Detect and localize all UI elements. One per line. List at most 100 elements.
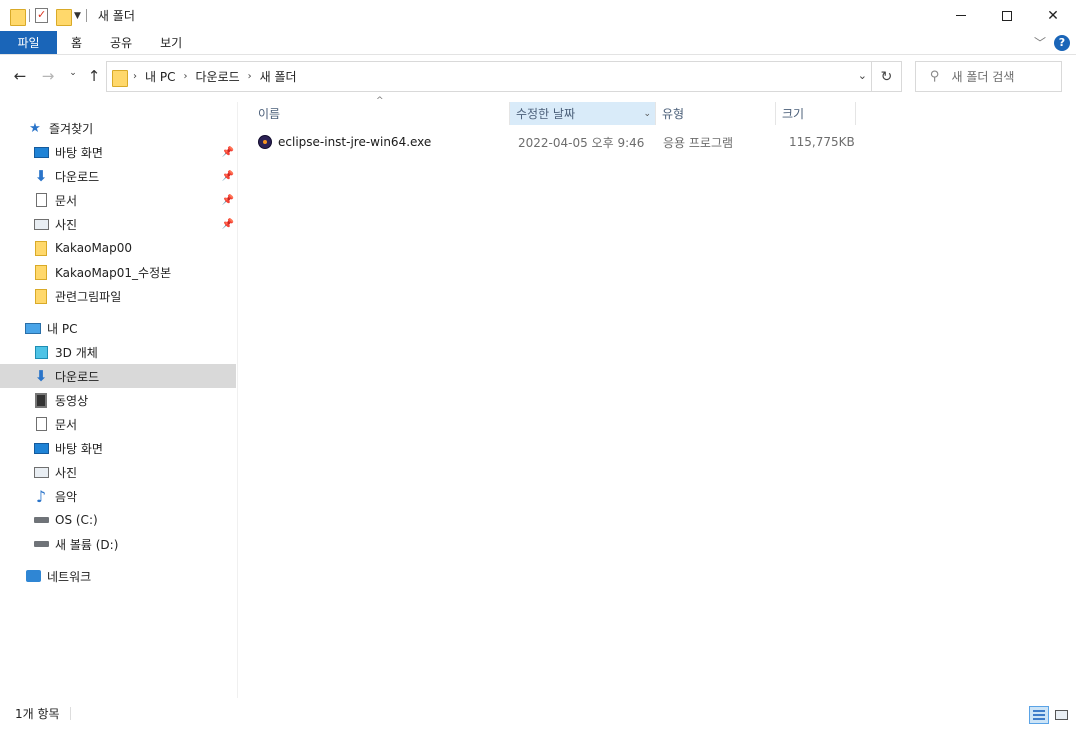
pin-icon: 📌 — [221, 146, 234, 158]
status-bar: 1개 항목 — [0, 698, 1076, 729]
folder-icon — [112, 69, 128, 87]
search-input[interactable]: ⚲ 새 폴더 검색 — [915, 61, 1062, 92]
breadcrumb-downloads[interactable]: 다운로드 — [195, 68, 239, 85]
nav-label: 다운로드 — [55, 169, 100, 184]
desktop-icon — [33, 440, 49, 456]
pin-icon: 📌 — [221, 170, 234, 182]
address-history-chevron-icon[interactable]: ⌄ — [858, 69, 867, 82]
quick-access-toolbar: ▼ — [0, 0, 92, 31]
nav-quick-access[interactable]: ★ 즐겨찾기 — [0, 116, 236, 140]
maximize-icon — [1002, 10, 1012, 21]
column-header-size[interactable]: 크기 — [776, 102, 856, 125]
picture-icon — [33, 464, 49, 480]
title-bar: ▼ 새 폴더 ✕ — [0, 0, 1076, 31]
computer-icon — [25, 320, 41, 336]
file-date-cell: 2022-04-05 오후 9:46 — [518, 135, 645, 150]
nav-item-desktop[interactable]: 바탕 화면 📌 — [0, 140, 236, 164]
column-label: 크기 — [782, 107, 805, 121]
nav-item-music[interactable]: ♪ 음악 — [0, 484, 236, 508]
tab-view[interactable]: 보기 — [146, 31, 196, 54]
nav-item-downloads[interactable]: ⬇ 다운로드 📌 — [0, 164, 236, 188]
item-count: 1개 항목 — [15, 707, 60, 721]
breadcrumb-new-folder[interactable]: 새 폴더 — [260, 68, 297, 85]
column-header-name[interactable]: 이름 — [252, 102, 510, 125]
nav-item-pictures-pc[interactable]: 사진 — [0, 460, 236, 484]
file-name-cell[interactable]: eclipse-inst-jre-win64.exe — [258, 131, 431, 153]
picture-icon — [33, 216, 49, 232]
nav-item-drive-c[interactable]: OS (C:) — [0, 508, 236, 532]
close-button[interactable]: ✕ — [1030, 0, 1076, 31]
nav-network[interactable]: 네트워크 — [0, 564, 236, 588]
file-type-cell: 응용 프로그램 — [663, 135, 734, 150]
table-row[interactable]: eclipse-inst-jre-win64.exe 2022-04-05 오후… — [252, 131, 862, 153]
tab-home[interactable]: 홈 — [57, 31, 96, 54]
nav-label: 즐겨찾기 — [49, 121, 94, 136]
network-icon — [25, 568, 41, 584]
refresh-button[interactable]: ↻ — [872, 61, 902, 92]
folder-icon — [10, 8, 26, 26]
nav-label: 문서 — [55, 193, 78, 208]
nav-item-documents-pc[interactable]: 문서 — [0, 412, 236, 436]
3d-objects-icon — [33, 344, 49, 360]
nav-label: 다운로드 — [55, 369, 100, 384]
column-header-type[interactable]: 유형 — [656, 102, 776, 125]
back-arrow-icon[interactable]: ← — [11, 67, 29, 85]
pin-icon: 📌 — [221, 218, 234, 230]
music-icon: ♪ — [35, 486, 47, 506]
recent-locations-chevron-icon[interactable]: ⌄ — [64, 68, 82, 78]
new-folder-icon[interactable] — [56, 8, 72, 26]
column-label: 이름 — [258, 107, 281, 121]
drive-icon — [33, 512, 49, 528]
address-bar[interactable]: › 내 PC › 다운로드 › 새 폴더 ⌄ — [106, 61, 872, 92]
nav-item-kakaomap00[interactable]: KakaoMap00 — [0, 236, 236, 260]
nav-item-downloads-pc[interactable]: ⬇ 다운로드 — [0, 364, 236, 388]
tab-file[interactable]: 파일 — [0, 31, 57, 54]
breadcrumb-separator-icon[interactable]: › — [133, 71, 137, 82]
minimize-button[interactable] — [938, 0, 984, 31]
nav-item-videos[interactable]: 동영상 — [0, 388, 236, 412]
nav-item-related-images[interactable]: 관련그림파일 — [0, 284, 236, 308]
large-icons-view-button[interactable] — [1051, 706, 1071, 724]
forward-arrow-icon[interactable]: → — [39, 67, 57, 85]
nav-item-pictures[interactable]: 사진 📌 — [0, 212, 236, 236]
nav-label: 관련그림파일 — [55, 289, 122, 304]
minimize-icon — [956, 15, 966, 16]
nav-label: 사진 — [55, 217, 78, 232]
maximize-button[interactable] — [984, 0, 1030, 31]
breadcrumb-separator-icon[interactable]: › — [183, 71, 187, 82]
expand-ribbon-chevron-icon[interactable]: ﹀ — [1034, 34, 1046, 51]
column-header-date[interactable]: 수정한 날짜 ⌄ — [510, 102, 656, 125]
nav-item-desktop-pc[interactable]: 바탕 화면 — [0, 436, 236, 460]
details-view-icon — [1033, 710, 1045, 720]
star-icon: ★ — [29, 120, 41, 136]
help-icon[interactable]: ? — [1054, 34, 1070, 51]
customize-toolbar-chevron-icon[interactable]: ▼ — [74, 11, 81, 21]
nav-item-drive-d[interactable]: 새 볼륨 (D:) — [0, 532, 236, 556]
folder-icon — [33, 288, 49, 304]
download-icon: ⬇ — [34, 367, 48, 385]
nav-this-pc[interactable]: 내 PC — [0, 316, 236, 340]
large-icons-view-icon — [1054, 710, 1068, 720]
properties-icon[interactable] — [35, 8, 48, 23]
nav-item-3d-objects[interactable]: 3D 개체 — [0, 340, 236, 364]
document-icon — [33, 192, 49, 208]
nav-label: 네트워크 — [47, 569, 92, 584]
breadcrumb-separator-icon[interactable]: › — [248, 71, 252, 82]
file-name: eclipse-inst-jre-win64.exe — [278, 135, 432, 149]
nav-label: KakaoMap00 — [55, 241, 133, 255]
breadcrumb-this-pc[interactable]: 내 PC — [145, 68, 175, 85]
search-icon: ⚲ — [930, 69, 940, 84]
folder-icon — [33, 264, 49, 280]
navigation-pane: ★ 즐겨찾기 바탕 화면 📌 ⬇ 다운로드 📌 문서 📌 사진 📌 KakaoM… — [0, 102, 238, 698]
column-filter-chevron-icon[interactable]: ⌄ — [643, 109, 651, 119]
ribbon-tabs: 파일 홈 공유 보기 ﹀ ? — [0, 31, 1076, 55]
nav-label: 3D 개체 — [55, 345, 98, 360]
eclipse-installer-icon — [258, 135, 272, 149]
nav-item-kakaomap01[interactable]: KakaoMap01_수정본 — [0, 260, 236, 284]
nav-item-documents[interactable]: 문서 📌 — [0, 188, 236, 212]
details-view-button[interactable] — [1029, 706, 1049, 724]
close-icon: ✕ — [1047, 7, 1059, 24]
column-label: 수정한 날짜 — [516, 107, 576, 121]
tab-share[interactable]: 공유 — [96, 31, 146, 54]
up-arrow-icon[interactable]: ↑ — [85, 67, 103, 85]
